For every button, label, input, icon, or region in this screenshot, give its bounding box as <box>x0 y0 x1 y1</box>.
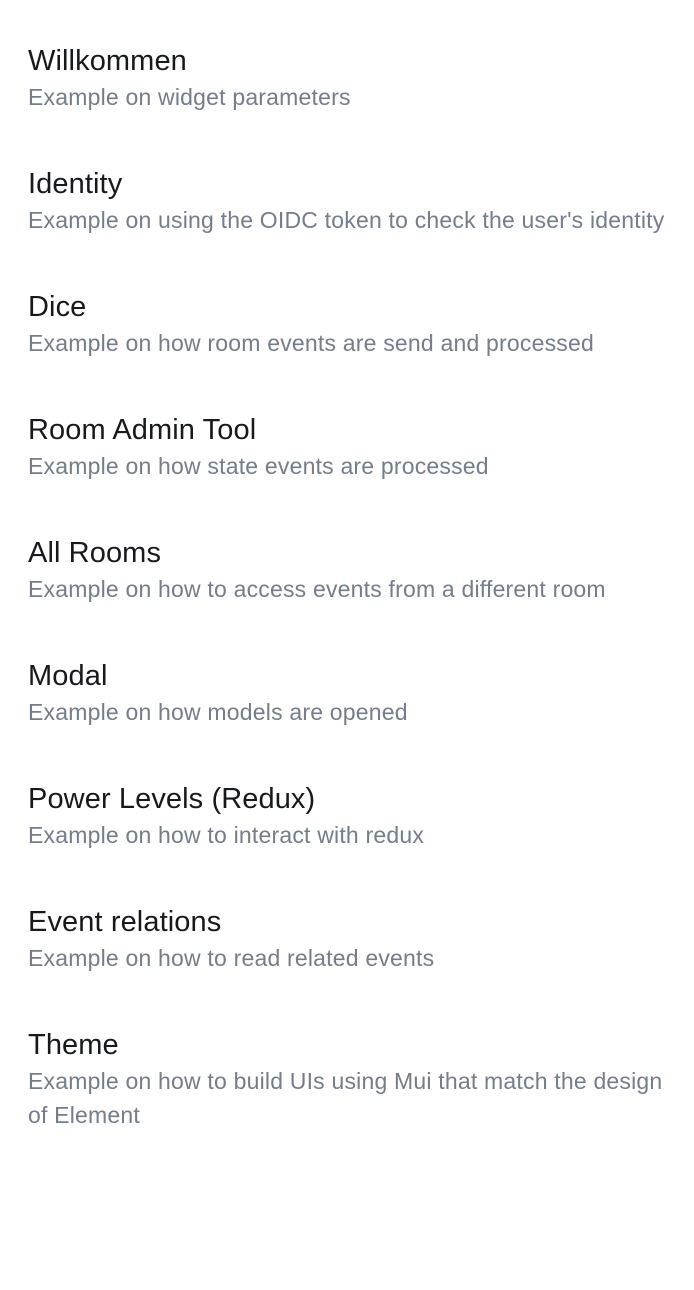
list-item-description: Example on how models are opened <box>28 699 408 725</box>
list-item-all-rooms[interactable]: All Rooms Example on how to access event… <box>28 534 666 606</box>
list-item-title: Willkommen <box>28 45 187 77</box>
example-list: Willkommen Example on widget parameters … <box>0 0 694 1132</box>
list-item-modal[interactable]: Modal Example on how models are opened <box>28 657 666 729</box>
list-item-description: Example on how to build UIs using Mui th… <box>28 1068 663 1128</box>
list-item-theme[interactable]: Theme Example on how to build UIs using … <box>28 1026 666 1132</box>
list-item-title: Identity <box>28 168 123 200</box>
list-item-dice[interactable]: Dice Example on how room events are send… <box>28 288 666 360</box>
list-item-event-relations[interactable]: Event relations Example on how to read r… <box>28 903 666 975</box>
list-item-description: Example on widget parameters <box>28 84 351 110</box>
list-item-description: Example on how room events are send and … <box>28 330 594 356</box>
list-item-description: Example on using the OIDC token to check… <box>28 207 665 233</box>
list-item-description: Example on how to interact with redux <box>28 822 425 848</box>
list-item-title: Modal <box>28 660 108 692</box>
list-item-description: Example on how to read related events <box>28 945 435 971</box>
list-item-room-admin-tool[interactable]: Room Admin Tool Example on how state eve… <box>28 411 666 483</box>
list-item-title: Room Admin Tool <box>28 414 257 446</box>
list-item-title: All Rooms <box>28 537 162 569</box>
list-item-description: Example on how to access events from a d… <box>28 576 606 602</box>
list-item-description: Example on how state events are processe… <box>28 453 489 479</box>
list-item-willkommen[interactable]: Willkommen Example on widget parameters <box>28 42 666 114</box>
list-item-title: Power Levels (Redux) <box>28 783 316 815</box>
list-item-title: Event relations <box>28 906 222 938</box>
list-item-identity[interactable]: Identity Example on using the OIDC token… <box>28 165 666 237</box>
list-item-title: Dice <box>28 291 87 323</box>
list-item-power-levels[interactable]: Power Levels (Redux) Example on how to i… <box>28 780 666 852</box>
list-item-title: Theme <box>28 1029 119 1061</box>
